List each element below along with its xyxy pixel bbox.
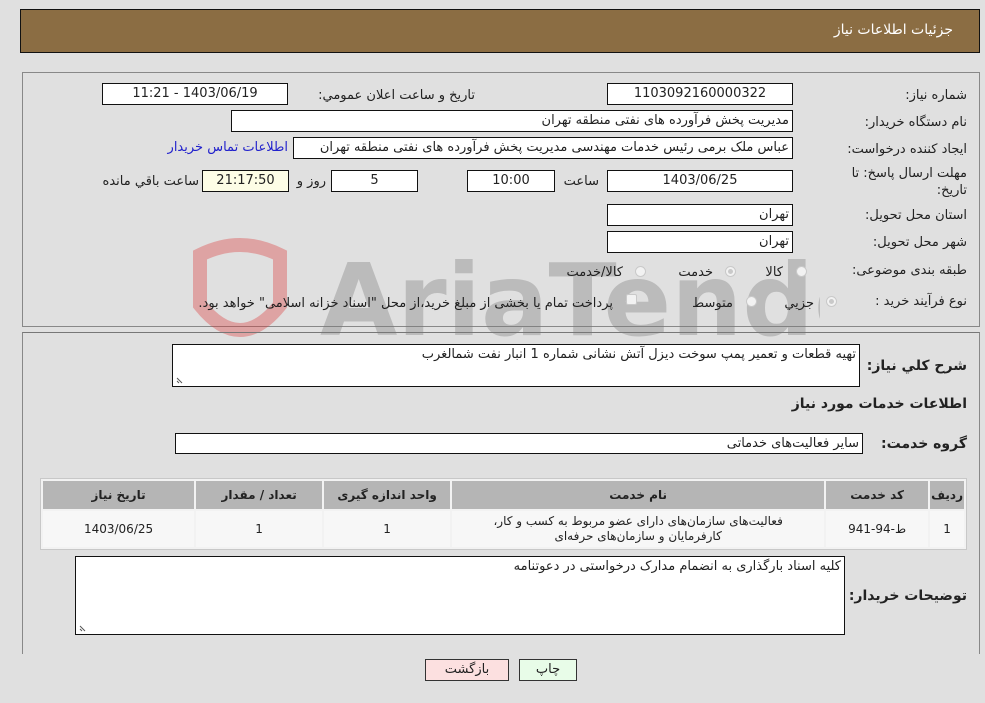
- page-title: جزئیات اطلاعات نیاز: [833, 22, 953, 38]
- purchase-minor-radio[interactable]: [826, 296, 837, 307]
- treasury-checkbox[interactable]: [626, 294, 637, 305]
- treasury-note: پرداخت تمام یا بخشی از مبلغ خرید،از محل …: [198, 296, 613, 311]
- service-group-field: سایر فعالیت‌های خدماتی: [175, 433, 863, 454]
- category-goods-radio[interactable]: [796, 266, 807, 277]
- deadline-date-field: 1403/06/25: [607, 170, 793, 192]
- announce-datetime-label: تاریخ و ساعت اعلان عمومي:: [318, 88, 475, 103]
- purchase-medium-label: متوسط: [692, 296, 733, 311]
- services-table: ردیف کد خدمت نام خدمت واحد اندازه گیری ت…: [40, 478, 967, 550]
- buyer-contact-link[interactable]: اطلاعات تماس خریدار: [168, 140, 288, 155]
- back-button[interactable]: بازگشت: [425, 659, 509, 681]
- buyer-notes-label: توضیحات خریدار:: [848, 588, 967, 604]
- col-header-service-code: کد خدمت: [826, 481, 929, 509]
- days-label: روز و: [296, 174, 326, 189]
- table-row: 1 ط-94-941 فعالیت‌های سازمان‌های دارای ع…: [43, 511, 964, 547]
- need-number-label: شماره نیاز:: [905, 88, 967, 103]
- cell-row-number: 1: [930, 511, 964, 547]
- province-label: استان محل تحویل:: [865, 208, 967, 223]
- description-text: تهیه قطعات و تعمیر پمپ سوخت دیزل آتش نشا…: [421, 347, 856, 362]
- category-goods-label: کالا: [765, 265, 783, 280]
- col-header-service-name: نام خدمت: [452, 481, 825, 509]
- page-header: جزئیات اطلاعات نیاز: [20, 9, 980, 53]
- col-header-row-number: ردیف: [930, 481, 964, 509]
- service-group-label: گروه خدمت:: [881, 436, 967, 452]
- purchase-medium-radio[interactable]: [746, 296, 757, 307]
- category-goods-service-label: کالا/خدمت: [566, 265, 623, 280]
- category-service-label: خدمت: [678, 265, 713, 280]
- print-button[interactable]: چاپ: [519, 659, 577, 681]
- purchase-minor-label: جزيي: [784, 296, 814, 311]
- category-label: طبقه بندی موضوعی:: [851, 263, 967, 278]
- deadline-time-label: ساعت: [563, 174, 599, 189]
- resize-grip-icon[interactable]: [79, 623, 88, 632]
- buyer-org-field: مدیریت پخش فرآورده های نفتی منطقه تهران: [231, 110, 793, 132]
- need-number-field: 1103092160000322: [607, 83, 793, 105]
- table-header-row: ردیف کد خدمت نام خدمت واحد اندازه گیری ت…: [43, 481, 964, 509]
- description-label: شرح كلي نیاز:: [866, 358, 967, 374]
- cell-quantity: 1: [196, 511, 323, 547]
- purchase-type-label: نوع فرآیند خرید :: [875, 294, 967, 309]
- buyer-notes-text: کلیه اسناد بارگذاری به انضمام مدارک درخو…: [513, 559, 841, 574]
- province-field: تهران: [607, 204, 793, 226]
- remaining-time-field: 21:17:50: [202, 170, 289, 192]
- category-goods-service-radio[interactable]: [635, 266, 646, 277]
- remaining-days-field: 5: [331, 170, 418, 192]
- cell-service-code: ط-94-941: [826, 511, 929, 547]
- requester-label: ایجاد کننده درخواست:: [847, 142, 967, 157]
- cell-unit: 1: [324, 511, 451, 547]
- announce-datetime-field: 1403/06/19 - 11:21: [102, 83, 288, 105]
- cell-need-date: 1403/06/25: [43, 511, 195, 547]
- cell-service-name: فعالیت‌های سازمان‌های دارای عضو مربوط به…: [452, 511, 825, 547]
- deadline-label-line2: تاریخ:: [936, 183, 967, 198]
- buyer-org-label: نام دستگاه خریدار:: [864, 115, 967, 130]
- city-field: تهران: [607, 231, 793, 253]
- description-textarea[interactable]: تهیه قطعات و تعمیر پمپ سوخت دیزل آتش نشا…: [172, 344, 860, 387]
- category-service-radio[interactable]: [725, 266, 736, 277]
- resize-grip-icon[interactable]: [176, 375, 185, 384]
- city-label: شهر محل تحویل:: [872, 235, 967, 250]
- col-header-unit: واحد اندازه گیری: [324, 481, 451, 509]
- deadline-label-line1: مهلت ارسال پاسخ: تا: [851, 166, 967, 181]
- deadline-time-field: 10:00: [467, 170, 555, 192]
- services-section-title: اطلاعات خدمات مورد نیاز: [791, 396, 967, 412]
- requester-field: عباس ملک برمی رئیس خدمات مهندسی مدیریت پ…: [293, 137, 793, 159]
- buyer-notes-textarea[interactable]: کلیه اسناد بارگذاری به انضمام مدارک درخو…: [75, 556, 845, 635]
- remaining-time-label: ساعت باقي مانده: [102, 174, 199, 189]
- col-header-quantity: تعداد / مقدار: [196, 481, 323, 509]
- col-header-need-date: تاریخ نیاز: [43, 481, 195, 509]
